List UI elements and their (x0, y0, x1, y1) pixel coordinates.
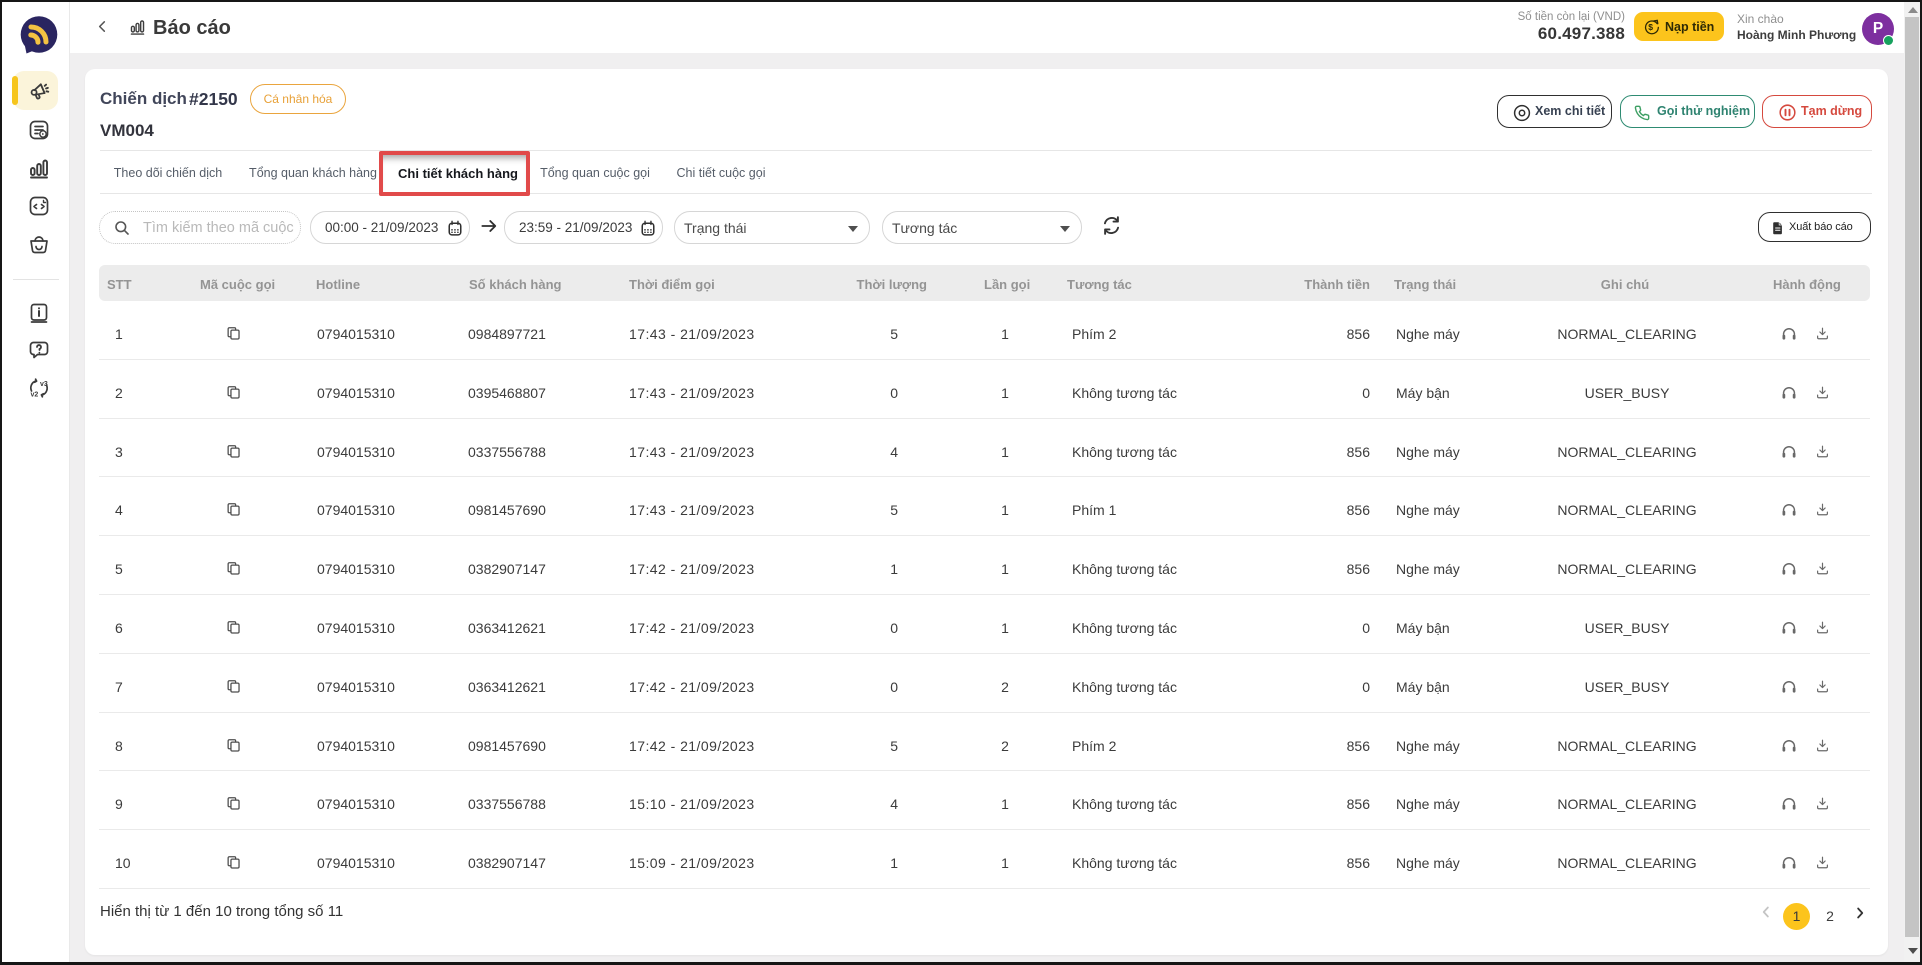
svg-text:v2: v2 (31, 392, 39, 399)
svg-text:v3: v3 (40, 381, 48, 388)
svg-text:$: $ (1648, 22, 1653, 32)
